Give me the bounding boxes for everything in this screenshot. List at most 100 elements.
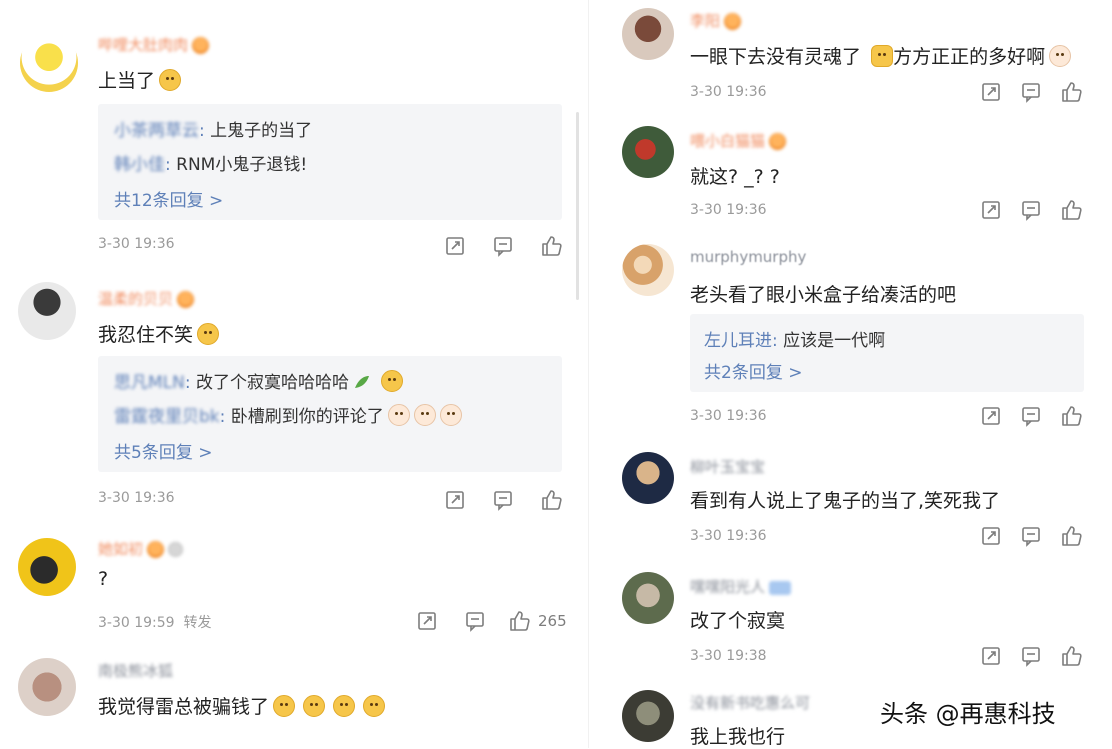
like-icon[interactable] [1060, 198, 1084, 222]
emoji-icon [439, 404, 462, 426]
smile-emoji-icon [273, 695, 296, 717]
comment-card: 南极熊冰狐 我觉得雷总被骗钱了 [0, 648, 580, 748]
username[interactable]: 温柔的贝贝 [98, 288, 195, 309]
right-column: 李阳 一眼下去没有灵魂了 方方正正的多好啊 3-30 19:36 喂小白猫猫 就… [600, 0, 1112, 748]
share-icon[interactable] [444, 489, 466, 511]
like-count: 265 [538, 612, 567, 630]
comment-icon[interactable] [1020, 645, 1042, 667]
reply-preview-box[interactable]: 左儿耳进: 应该是一代啊 共2条回复 > [690, 314, 1084, 392]
smile-emoji-icon [363, 695, 386, 717]
comment-actions [444, 234, 564, 258]
avatar[interactable] [622, 572, 674, 624]
comment-actions [980, 198, 1084, 222]
smile-emoji-icon [159, 69, 182, 91]
reply-preview-box[interactable]: 思凡MLN: 改了个寂寞哈哈哈哈 雷霆夜里贝bk: 卧槽刷到你的评论了 共5条回… [98, 356, 562, 472]
like-icon[interactable] [540, 488, 564, 512]
avatar[interactable] [622, 126, 674, 178]
reply-item: 左儿耳进: 应该是一代啊 [704, 331, 886, 351]
comment-card: 柳叶玉宝宝 看到有人说上了鬼子的当了,笑死我了 3-30 19:36 [600, 440, 1112, 560]
avatar[interactable] [18, 282, 76, 340]
column-divider [588, 0, 589, 748]
comment-card: 温柔的贝贝 我忍住不笑 思凡MLN: 改了个寂寞哈哈哈哈 雷霆夜里贝bk: 卧槽… [0, 270, 580, 528]
comment-card: 喂小白猫猫 就这? _? ? 3-30 19:36 [600, 118, 1112, 238]
laugh-emoji-icon [381, 370, 403, 392]
avatar[interactable] [18, 658, 76, 716]
like-icon[interactable] [540, 234, 564, 258]
comment-actions [980, 80, 1084, 104]
emoji-icon [387, 404, 410, 426]
avatar[interactable] [622, 452, 674, 504]
comment-icon[interactable] [492, 489, 514, 511]
timestamp: 3-30 19:59 转发 [98, 615, 212, 631]
like-icon [510, 611, 530, 631]
emoji-icon [413, 404, 436, 426]
timestamp: 3-30 19:36 [690, 528, 767, 544]
comment-card: murphymurphy 老头看了眼小米盒子给凑活的吧 左儿耳进: 应该是一代啊… [600, 238, 1112, 438]
share-icon[interactable] [444, 235, 466, 257]
reply-preview-box[interactable]: 小茶两草云: 上鬼子的当了 韩小佳: RNM小鬼子退钱! 共12条回复 > [98, 104, 562, 220]
timestamp: 3-30 19:36 [98, 236, 175, 252]
comment-icon[interactable] [492, 235, 514, 257]
timestamp: 3-30 19:36 [98, 490, 175, 506]
share-icon[interactable] [416, 610, 438, 632]
username[interactable]: 柳叶玉宝宝 [690, 456, 765, 477]
comment-text: 看到有人说上了鬼子的当了,笑死我了 [690, 490, 1001, 512]
like-button[interactable]: 265 [508, 609, 567, 633]
comment-card: 哔哩大肚肉肉 上当了 小茶两草云: 上鬼子的当了 韩小佳: RNM小鬼子退钱! … [0, 0, 580, 270]
username[interactable]: 哔哩大肚肉肉 [98, 34, 210, 55]
timestamp: 3-30 19:36 [690, 408, 767, 424]
reply-item: 思凡MLN: 改了个寂寞哈哈哈哈 [114, 368, 403, 393]
comment-icon[interactable] [1020, 405, 1042, 427]
comment-icon[interactable] [1020, 81, 1042, 103]
comment-actions: 265 [416, 609, 567, 633]
username[interactable]: murphymurphy [690, 248, 806, 266]
more-replies-link[interactable]: 共5条回复 > [114, 438, 212, 463]
username[interactable]: 南极熊冰狐 [98, 660, 173, 681]
timestamp: 3-30 19:38 [690, 648, 767, 664]
like-icon[interactable] [1060, 524, 1084, 548]
comment-actions [444, 488, 564, 512]
avatar[interactable] [18, 538, 76, 596]
username[interactable]: 她如初 [98, 538, 184, 559]
comment-actions [980, 524, 1084, 548]
avatar[interactable] [622, 244, 674, 296]
share-icon[interactable] [980, 81, 1002, 103]
comment-actions [980, 644, 1084, 668]
reply-item: 韩小佳: RNM小鬼子退钱! [114, 155, 308, 175]
comment-icon[interactable] [1020, 199, 1042, 221]
reply-item: 小茶两草云: 上鬼子的当了 [114, 121, 313, 141]
emoji-icon [871, 45, 894, 67]
like-icon[interactable] [1060, 404, 1084, 428]
reply-item: 雷霆夜里贝bk: 卧槽刷到你的评论了 [114, 402, 462, 427]
share-icon[interactable] [980, 199, 1002, 221]
like-icon[interactable] [1060, 80, 1084, 104]
more-replies-link[interactable]: 共2条回复 > [704, 358, 802, 383]
timestamp: 3-30 19:36 [690, 84, 767, 100]
like-icon[interactable] [1060, 644, 1084, 668]
avatar[interactable] [622, 690, 674, 742]
watermark: 头条 @再惠科技 [880, 700, 1056, 728]
share-icon[interactable] [980, 405, 1002, 427]
more-replies-link[interactable]: 共12条回复 > [114, 186, 223, 211]
comment-text: 老头看了眼小米盒子给凑活的吧 [690, 284, 957, 306]
username[interactable]: 没有新书吃惠么可 [690, 692, 810, 713]
comment-text: 上当了 [98, 66, 182, 93]
comment-text: 改了个寂寞 [690, 610, 786, 632]
comment-text: 就这? _? ? [690, 166, 780, 188]
share-icon[interactable] [980, 645, 1002, 667]
comment-card: 嘿嘿阳光人 改了个寂寞 3-30 19:38 [600, 560, 1112, 680]
username[interactable]: 李阳 [690, 10, 742, 31]
avatar[interactable] [622, 8, 674, 60]
username[interactable]: 嘿嘿阳光人 [690, 576, 792, 597]
timestamp: 3-30 19:36 [690, 202, 767, 218]
smile-emoji-icon [333, 695, 356, 717]
leaf-icon [355, 376, 369, 388]
comment-icon[interactable] [1020, 525, 1042, 547]
share-icon[interactable] [980, 525, 1002, 547]
username[interactable]: 喂小白猫猫 [690, 130, 787, 151]
smile-emoji-icon [197, 323, 220, 345]
comment-icon[interactable] [464, 610, 486, 632]
comment-text: 一眼下去没有灵魂了 方方正正的多好啊 [690, 42, 1072, 69]
avatar[interactable] [20, 34, 78, 92]
emoji-icon [1049, 45, 1072, 67]
